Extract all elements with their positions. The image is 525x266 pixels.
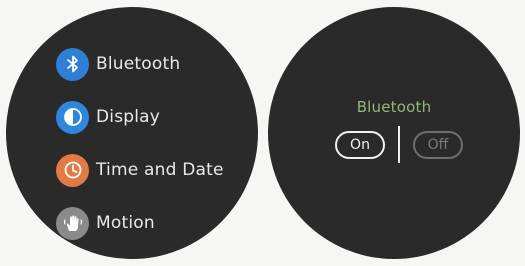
- menu-item-label: Display: [96, 107, 161, 127]
- toggle-divider: [398, 126, 400, 163]
- bluetooth-icon: [56, 47, 89, 81]
- menu-item-motion[interactable]: Motion: [56, 206, 155, 240]
- motion-hand-icon: [56, 206, 89, 240]
- menu-item-label: Motion: [96, 213, 155, 233]
- menu-item-label: Time and Date: [96, 160, 224, 180]
- settings-menu-screen: Bluetooth Display Time and Date Motion: [6, 7, 258, 259]
- menu-item-time-and-date[interactable]: Time and Date: [56, 153, 224, 187]
- menu-item-bluetooth[interactable]: Bluetooth: [56, 47, 180, 81]
- bluetooth-settings-screen: Bluetooth On Off: [268, 7, 520, 259]
- display-icon: [56, 100, 89, 134]
- menu-item-label: Bluetooth: [96, 54, 181, 74]
- screen-title: Bluetooth: [356, 98, 432, 116]
- menu-item-display[interactable]: Display: [56, 100, 160, 134]
- bluetooth-off-button[interactable]: Off: [413, 131, 463, 159]
- clock-icon: [56, 153, 89, 187]
- bluetooth-on-button[interactable]: On: [335, 131, 385, 159]
